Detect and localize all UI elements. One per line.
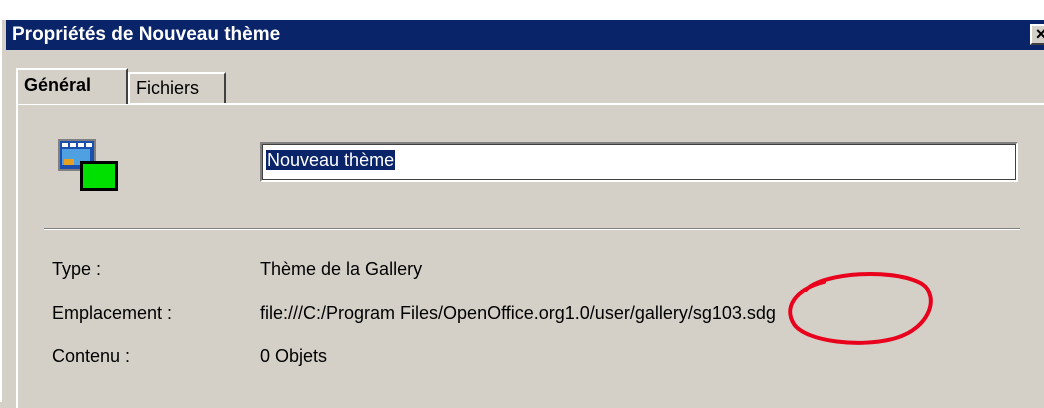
type-label: Type :: [52, 259, 102, 279]
theme-name-input[interactable]: Nouveau thème: [260, 142, 1018, 182]
close-icon: ×: [1035, 24, 1044, 44]
content-label: Contenu :: [52, 346, 131, 366]
red-circle-annotation: [788, 271, 933, 345]
location-value: file:///C:/Program Files/OpenOffice.org1…: [260, 303, 776, 323]
window-title: Propriétés de Nouveau thème: [12, 24, 281, 45]
tab-fichiers[interactable]: Fichiers: [128, 72, 226, 104]
separator-line: [44, 228, 1020, 230]
type-value: Thème de la Gallery: [260, 259, 423, 279]
tab-general[interactable]: Général: [16, 68, 128, 104]
location-label: Emplacement :: [52, 303, 173, 323]
top-strip: [2, 2, 1044, 20]
theme-name-text: Nouveau thème: [266, 150, 396, 170]
close-button[interactable]: ×: [1030, 24, 1044, 45]
content-value: 0 Objets: [260, 346, 328, 366]
gallery-theme-icon: [58, 139, 118, 191]
title-bar[interactable]: Propriétés de Nouveau thème ×: [6, 20, 1044, 50]
properties-dialog: Propriétés de Nouveau thème × Général Fi…: [0, 0, 1044, 408]
